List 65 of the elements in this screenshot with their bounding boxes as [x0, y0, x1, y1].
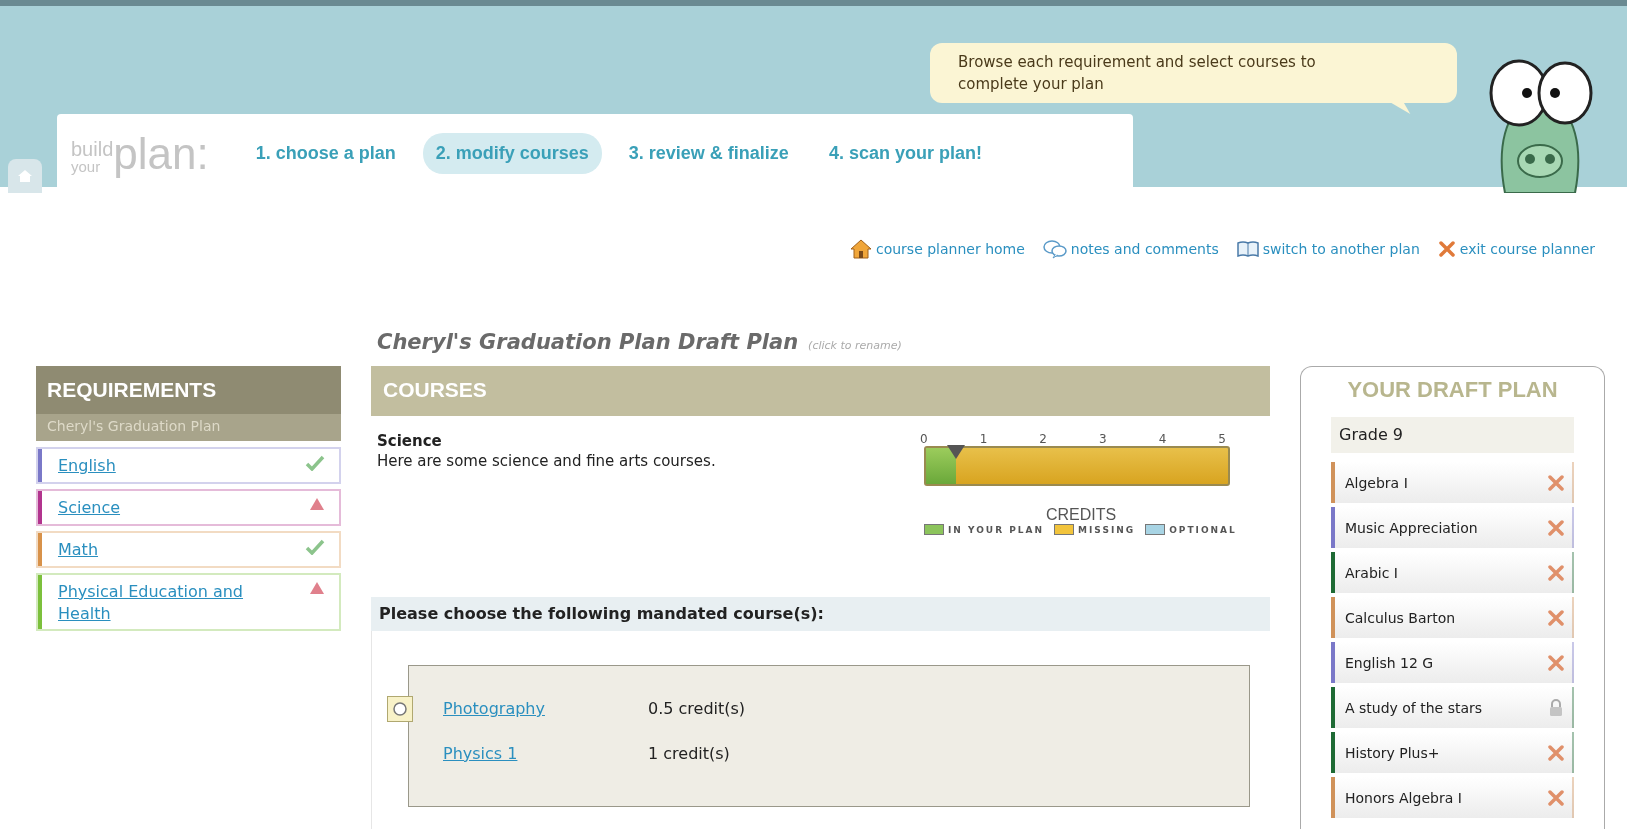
- requirement-link[interactable]: Math: [58, 539, 258, 561]
- course-name: A study of the stars: [1345, 699, 1483, 716]
- close-icon: [1437, 239, 1456, 258]
- check-icon: [305, 455, 325, 471]
- requirement-link[interactable]: English: [58, 455, 258, 477]
- remove-button[interactable]: [1548, 654, 1564, 671]
- remove-button[interactable]: [1548, 789, 1564, 806]
- nav-link[interactable]: course planner home: [849, 238, 1025, 259]
- subject-description: Here are some science and fine arts courses.: [377, 452, 716, 470]
- grade-heading: Grade 9: [1331, 417, 1574, 453]
- check-icon: [305, 539, 325, 555]
- tick-label: 5: [1218, 432, 1226, 446]
- nav-link[interactable]: notes and comments: [1042, 238, 1219, 259]
- course-link[interactable]: Physics 1: [443, 744, 648, 763]
- step-tab[interactable]: 2. modify courses: [422, 133, 602, 174]
- legend-label: IN YOUR PLAN: [948, 524, 1045, 535]
- legend-label: OPTIONAL: [1169, 524, 1237, 535]
- warning-icon: [309, 497, 325, 511]
- step-tab[interactable]: 4. scan your plan!: [815, 133, 995, 174]
- tick-label: 2: [1039, 432, 1047, 446]
- course-name: History Plus+: [1345, 744, 1440, 761]
- tick-label: 3: [1099, 432, 1107, 446]
- course-name: Music Appreciation: [1345, 519, 1478, 536]
- speech-bubbles-icon: [1042, 238, 1067, 259]
- requirement-link[interactable]: Physical Education and Health: [58, 581, 258, 625]
- requirement-link[interactable]: Science: [58, 497, 258, 519]
- legend-label: MISSING: [1078, 524, 1136, 535]
- remove-button[interactable]: [1548, 744, 1564, 761]
- radio-button[interactable]: [393, 701, 407, 716]
- credit-amount: 1 credit(s): [648, 744, 730, 763]
- tick-label: 0: [920, 432, 928, 446]
- step-tab[interactable]: 3. review & finalize: [615, 133, 802, 174]
- course-link[interactable]: Photography: [443, 699, 648, 718]
- house-icon: [17, 169, 33, 183]
- course-name: Algebra I: [1345, 474, 1408, 491]
- book-icon: [1236, 239, 1259, 258]
- remove-button[interactable]: [1548, 519, 1564, 536]
- remove-button[interactable]: [1548, 564, 1564, 581]
- bubble-tail-icon: [1388, 102, 1412, 114]
- credit-amount: 0.5 credit(s): [648, 699, 746, 718]
- lock-icon: [1548, 698, 1564, 717]
- course-name: Honors Algebra I: [1345, 789, 1462, 806]
- rename-hint[interactable]: (click to rename): [808, 339, 902, 352]
- panel-subtitle: Cheryl's Graduation Plan: [36, 414, 341, 441]
- meter-caption: CREDITS: [1045, 506, 1117, 524]
- warning-icon: [309, 581, 325, 595]
- tick-label: 1: [979, 432, 988, 446]
- panel-header: REQUIREMENTS: [36, 366, 341, 414]
- nav-link[interactable]: switch to another plan: [1236, 239, 1420, 258]
- tick-label: 4: [1158, 432, 1167, 446]
- subject-title: Science: [377, 432, 443, 450]
- panel-header: COURSES: [371, 366, 1270, 416]
- home-tab[interactable]: [8, 159, 42, 193]
- step-tab[interactable]: 1. choose a plan: [242, 133, 409, 174]
- remove-button[interactable]: [1548, 474, 1564, 491]
- plan-title: Cheryl's Graduation Plan Draft Plan: [377, 330, 799, 354]
- nav-link[interactable]: exit course planner: [1437, 239, 1595, 258]
- section-header: Please choose the following mandated course(s):: [371, 597, 1270, 631]
- course-name: Arabic I: [1345, 564, 1398, 581]
- house-icon: [849, 238, 872, 259]
- panel-title: YOUR DRAFT PLAN: [1346, 377, 1559, 403]
- marker-icon: [946, 444, 967, 460]
- course-name: English 12 G: [1345, 654, 1434, 671]
- remove-button[interactable]: [1548, 609, 1564, 626]
- course-name: Calculus Barton: [1345, 609, 1456, 626]
